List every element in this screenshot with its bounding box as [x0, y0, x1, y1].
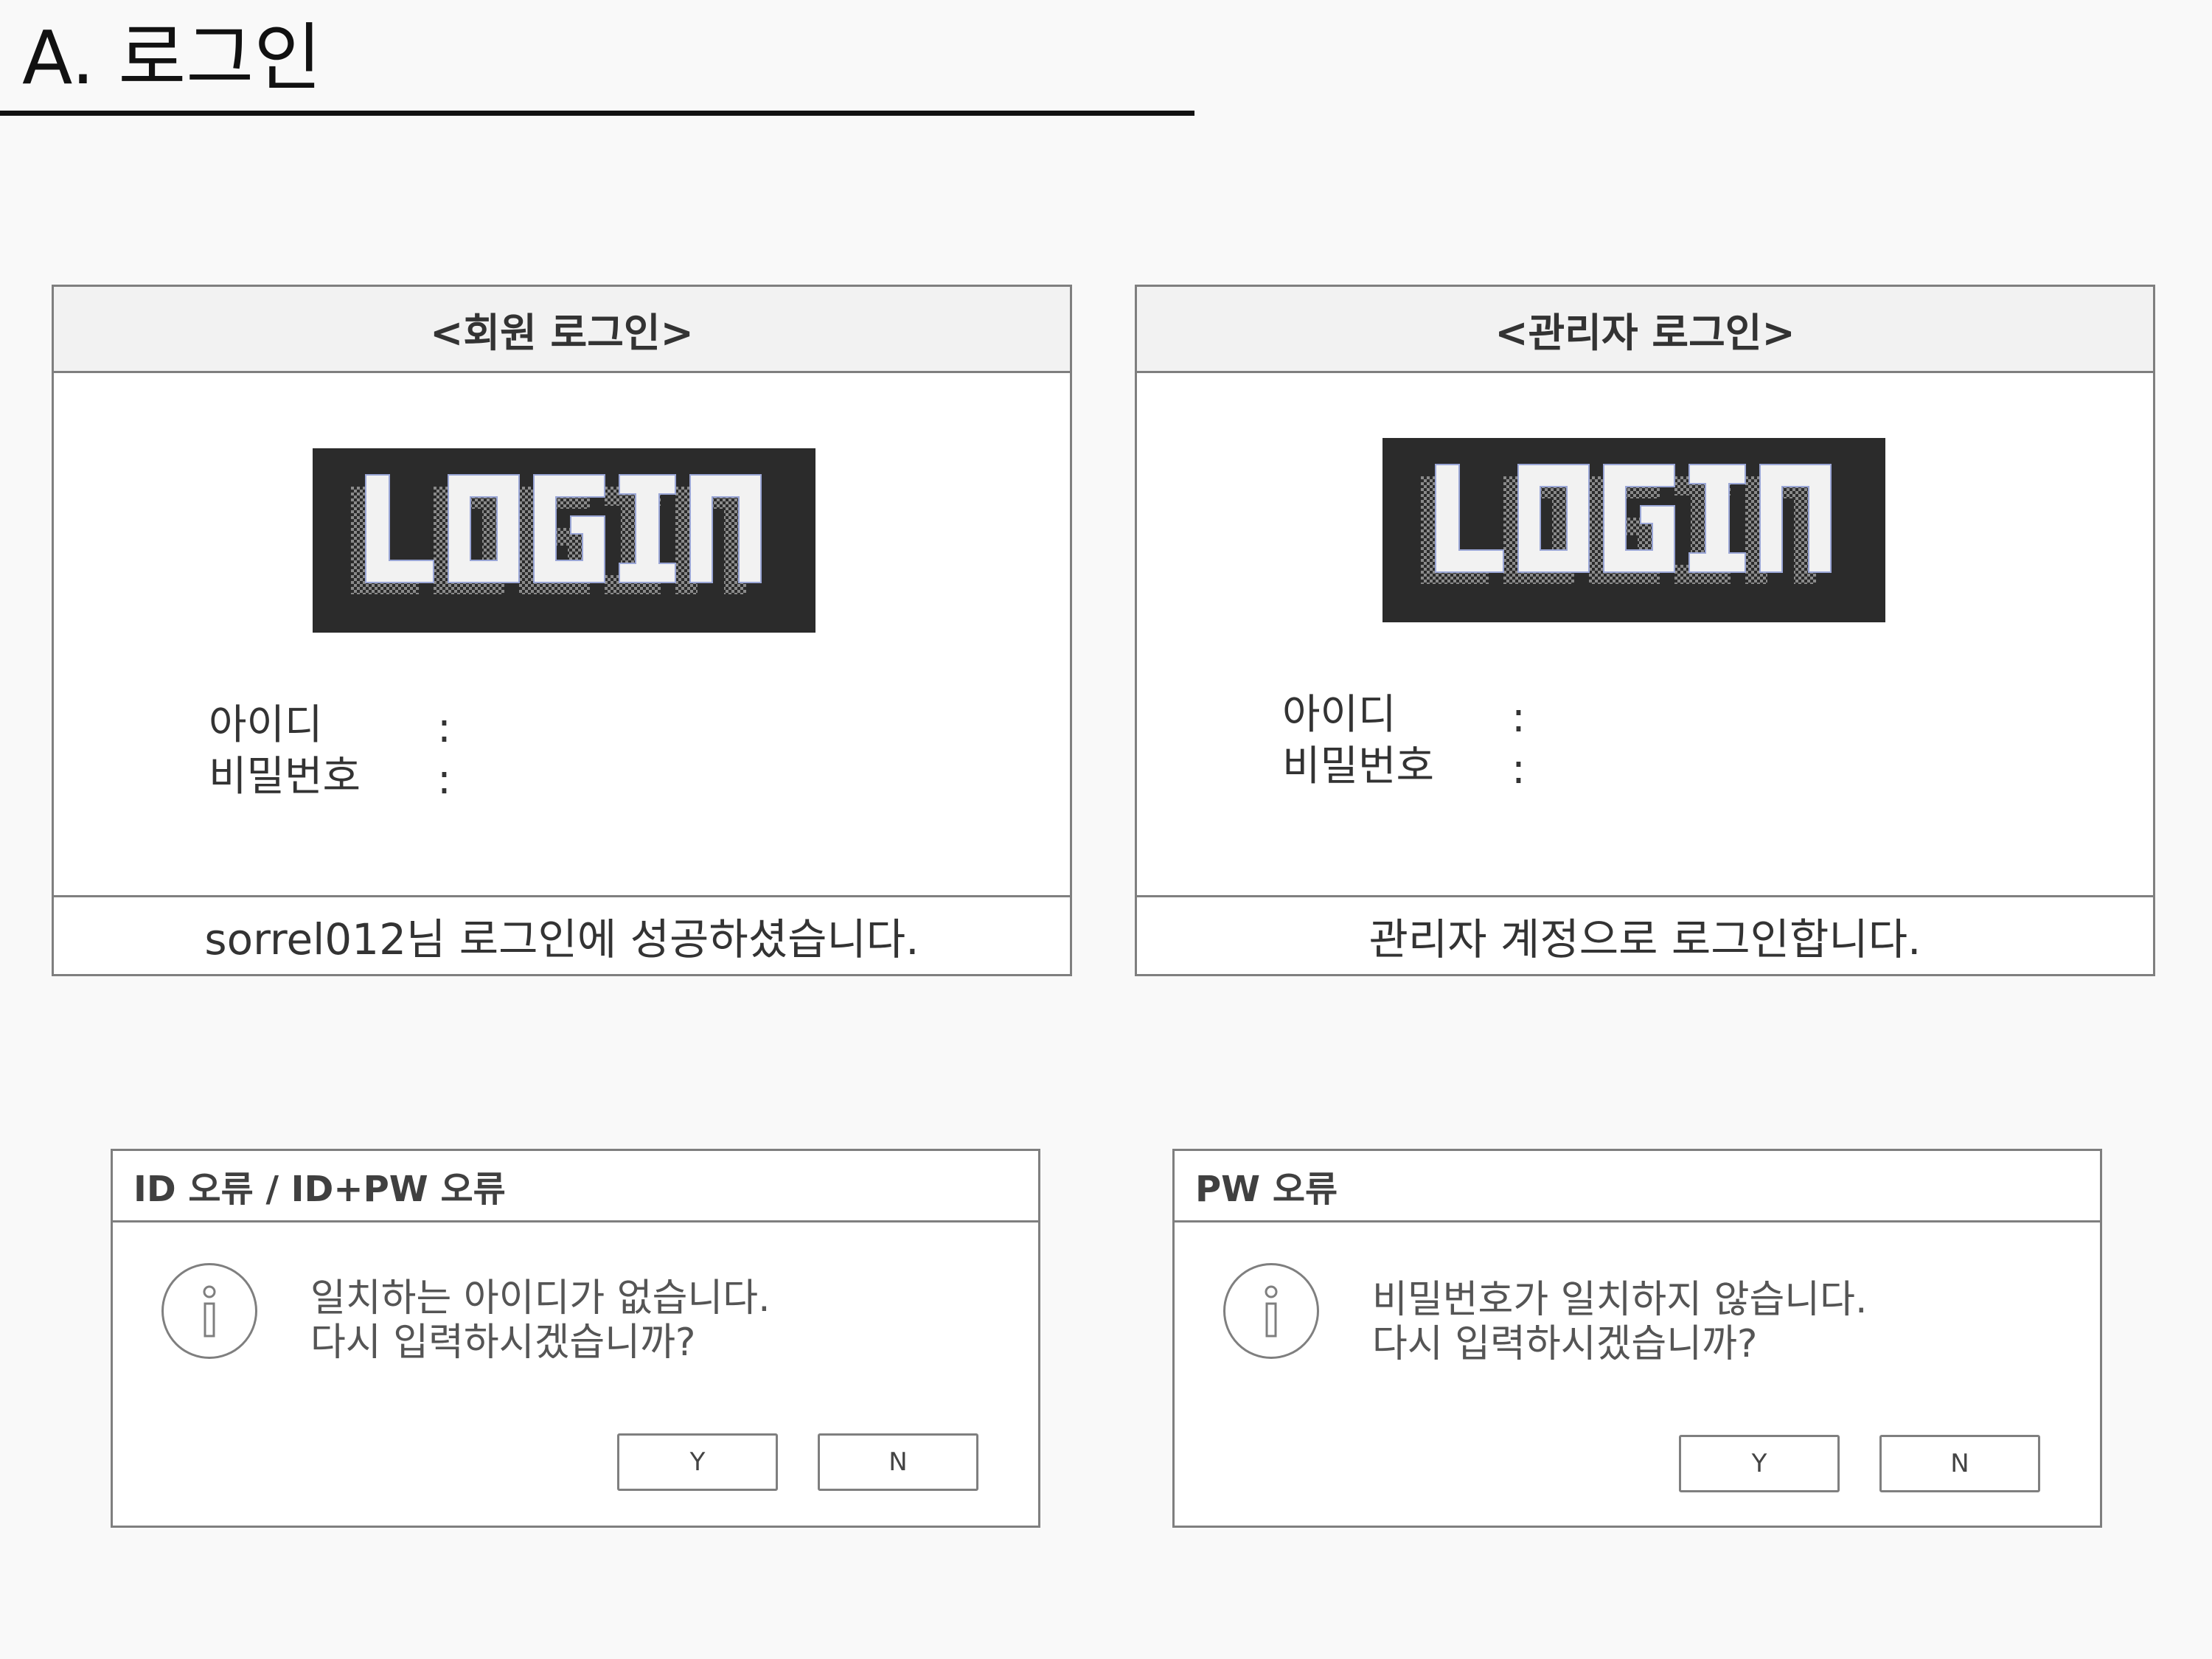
member-id-colon: :	[437, 704, 451, 752]
pw-error-no-button[interactable]: N	[1879, 1435, 2040, 1492]
id-error-dialog: ID 오류 / ID+PW 오류 일치하는 아이디가 없습니다. 다시 입력하시…	[111, 1149, 1040, 1528]
info-glyph	[1265, 1285, 1278, 1338]
pw-error-dialog: PW 오류 비밀번호가 일치하지 않습니다. 다시 입력하시겠습니까? Y N	[1172, 1149, 2102, 1528]
info-icon	[161, 1263, 257, 1359]
pw-error-message-line2: 다시 입력하시겠습니까?	[1372, 1322, 1758, 1366]
pw-error-message-line1: 비밀번호가 일치하지 않습니다.	[1372, 1278, 1868, 1322]
admin-password-colon: :	[1512, 745, 1526, 793]
member-password-label: 비밀번호	[209, 753, 361, 801]
admin-id-label: 아이디	[1282, 691, 1397, 739]
pw-error-dialog-title: PW 오류	[1175, 1151, 2100, 1222]
member-login-status: sorrel012님 로그인에 성공하셨습니다.	[54, 895, 1070, 974]
admin-login-status: 관리자 계정으로 로그인합니다.	[1137, 895, 2153, 974]
admin-login-logo	[1382, 438, 1885, 622]
id-error-message-line2: 다시 입력하시겠습니까?	[310, 1321, 696, 1365]
pw-error-yes-button[interactable]: Y	[1679, 1435, 1840, 1492]
admin-login-header: <관리자 로그인>	[1137, 287, 2153, 373]
login-logo-graphic	[351, 474, 762, 594]
member-id-label: 아이디	[209, 701, 323, 749]
member-login-logo	[313, 448, 815, 633]
admin-login-panel: <관리자 로그인> 아이디: 비밀번호: 관리자 계정으로 로그인합니다.	[1135, 285, 2155, 976]
page-title: A. 로그인	[22, 15, 322, 101]
id-error-yes-button[interactable]: Y	[617, 1433, 778, 1491]
id-error-dialog-title: ID 오류 / ID+PW 오류	[113, 1151, 1038, 1222]
member-login-header: <회원 로그인>	[54, 287, 1070, 373]
title-underline	[0, 111, 1194, 116]
member-password-colon: :	[437, 756, 451, 804]
id-error-message-line1: 일치하는 아이디가 없습니다.	[310, 1276, 771, 1321]
info-glyph	[203, 1285, 216, 1338]
admin-password-label: 비밀번호	[1282, 742, 1435, 790]
info-icon	[1223, 1263, 1319, 1359]
member-login-panel: <회원 로그인> 아이디: 비밀번호: sorrel012님 로그인에 성공…	[52, 285, 1072, 976]
login-logo-graphic	[1421, 464, 1832, 584]
admin-id-colon: :	[1512, 694, 1526, 742]
id-error-no-button[interactable]: N	[818, 1433, 978, 1491]
